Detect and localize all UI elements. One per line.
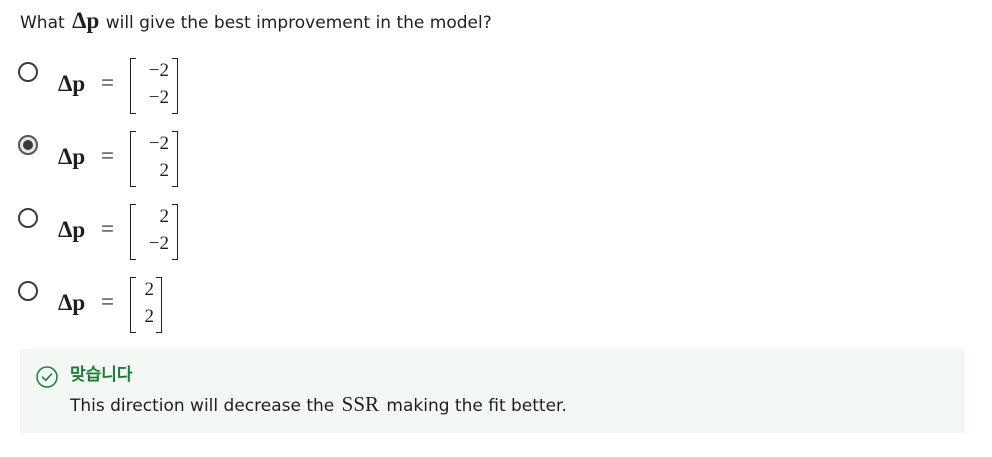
- left-bracket-icon: [130, 58, 136, 114]
- option-equals: =: [101, 216, 114, 241]
- column-vector: 2 −2: [130, 204, 178, 262]
- check-circle-icon: [36, 366, 58, 388]
- vector-bottom-entry: −2: [148, 233, 169, 254]
- vector-bottom-entry: 2: [144, 306, 155, 327]
- answer-option-2[interactable]: Δp = −2 2: [18, 131, 278, 197]
- option-lhs: Δp: [58, 217, 86, 242]
- right-bracket-icon: [172, 58, 178, 114]
- feedback-status: 맞습니다: [70, 365, 133, 385]
- question-text: What Δp will give the best improvement i…: [20, 8, 492, 36]
- column-vector: 2 2: [130, 277, 162, 335]
- radio-button[interactable]: [18, 135, 38, 155]
- option-lhs: Δp: [58, 144, 86, 169]
- left-bracket-icon: [130, 277, 136, 333]
- column-vector: −2 −2: [130, 58, 178, 116]
- option-equals: =: [101, 70, 114, 95]
- answer-option-4[interactable]: Δp = 2 2: [18, 277, 278, 343]
- radio-button[interactable]: [18, 208, 38, 228]
- option-equals: =: [101, 143, 114, 168]
- left-bracket-icon: [130, 204, 136, 260]
- option-lhs: Δp: [58, 71, 86, 96]
- explanation-prefix: This direction will decrease the: [70, 396, 340, 416]
- right-bracket-icon: [172, 204, 178, 260]
- left-bracket-icon: [130, 131, 136, 187]
- vector-top-entry: −2: [148, 60, 169, 81]
- right-bracket-icon: [156, 277, 162, 333]
- radio-button[interactable]: [18, 62, 38, 82]
- explanation-symbol: SSR: [341, 392, 380, 416]
- radio-dot-icon: [23, 140, 33, 150]
- feedback-explanation: This direction will decrease the SSR mak…: [70, 391, 567, 419]
- vector-top-entry: 2: [144, 279, 155, 300]
- answer-option-3[interactable]: Δp = 2 −2: [18, 204, 278, 270]
- question-suffix: will give the best improvement in the mo…: [100, 13, 492, 33]
- radio-button[interactable]: [18, 281, 38, 301]
- vector-top-entry: −2: [148, 133, 169, 154]
- feedback-panel: 맞습니다 This direction will decrease the SS…: [20, 349, 965, 433]
- answer-option-1[interactable]: Δp = −2 −2: [18, 58, 278, 124]
- vector-top-entry: 2: [159, 206, 170, 227]
- vector-bottom-entry: 2: [159, 160, 170, 181]
- question-prefix: What: [20, 13, 71, 33]
- column-vector: −2 2: [130, 131, 178, 189]
- vector-bottom-entry: −2: [148, 87, 169, 108]
- option-lhs: Δp: [58, 290, 86, 315]
- question-symbol: Δp: [72, 8, 100, 33]
- right-bracket-icon: [172, 131, 178, 187]
- explanation-suffix: making the fit better.: [381, 396, 567, 416]
- option-equals: =: [101, 289, 114, 314]
